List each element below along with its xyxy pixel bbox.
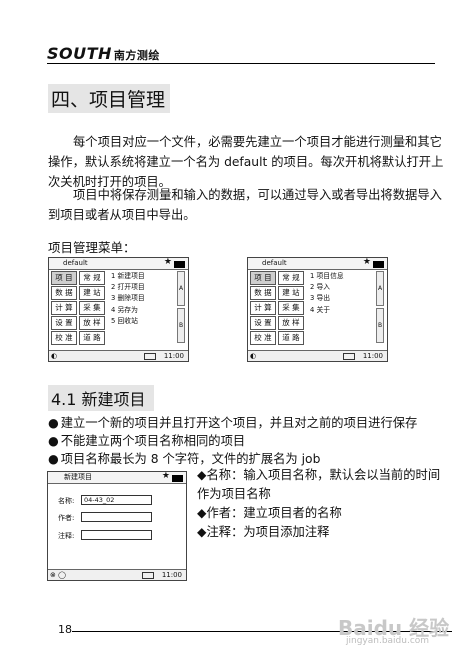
- import-paragraph: 项目中将保存测量和输入的数据，可以通过导入或者导出将数据导入到项目或者从项目中导…: [48, 185, 444, 225]
- submenu-import[interactable]: 2 导入: [310, 282, 344, 293]
- clock: 11:00: [163, 352, 184, 360]
- screen-title: default: [262, 259, 287, 267]
- battery-icon: [172, 475, 183, 482]
- name-label: 名称:: [58, 497, 75, 505]
- screen-title: 新建项目: [64, 473, 92, 481]
- menu-data[interactable]: 数 据: [250, 286, 276, 300]
- menu-project[interactable]: 项 目: [250, 271, 276, 285]
- submenu-new-project[interactable]: 1 新建项目: [111, 271, 145, 282]
- field-description: ◆注释：为项目添加注释: [197, 525, 330, 539]
- menu-calibrate[interactable]: 校 准: [51, 331, 77, 345]
- star-icon[interactable]: ★: [164, 257, 172, 268]
- submenu-delete-project[interactable]: 3 删除项目: [111, 293, 145, 304]
- scroll-a-button[interactable]: A: [376, 271, 384, 306]
- intro-paragraph: 每个项目对应一个文件，必需要先建立一个项目才能进行测量和其它操作，默认系统将建立…: [48, 132, 444, 192]
- keyboard-icon[interactable]: [142, 572, 154, 579]
- menu-stakeout[interactable]: 放 样: [79, 316, 105, 330]
- battery-icon: [174, 261, 185, 268]
- menu-station[interactable]: 建 站: [278, 286, 304, 300]
- menu-calc[interactable]: 计 算: [51, 301, 77, 315]
- new-project-screen: 新建项目 ★ 名称: 04-43_02 作者: 注释: ⊗ ◯ 11:00: [47, 471, 187, 581]
- submenu-project-info[interactable]: 1 项目信息: [310, 271, 344, 282]
- subsection-heading: 4.1 新建项目: [48, 385, 154, 411]
- project-submenu-screen: default ★ 项 目 数 据 计 算 设 置 校 准 常 规 建 站 采 …: [247, 257, 388, 362]
- menu-calc[interactable]: 计 算: [250, 301, 276, 315]
- submenu-open-project[interactable]: 2 打开项目: [111, 282, 145, 293]
- clock: 11:00: [362, 352, 383, 360]
- import-paragraph-text: 项目中将保存测量和输入的数据，可以通过导入或者导出将数据导入到项目或者从项目中导…: [48, 188, 442, 222]
- brand-name-cn: 南方测绘: [113, 49, 160, 62]
- watermark-url: jingyan.baidu.com: [346, 636, 430, 646]
- submenu-about[interactable]: 4 关于: [310, 305, 344, 316]
- note-label: 注释:: [58, 532, 75, 540]
- clock: 11:00: [161, 571, 182, 579]
- menu-road[interactable]: 道 路: [79, 331, 105, 345]
- brand-logo: SOUTH 南方测绘: [47, 44, 160, 63]
- brand-name: SOUTH: [47, 44, 112, 63]
- menu-project[interactable]: 项 目: [51, 271, 77, 285]
- field-description-list: ◆名称：输入项目名称，默认会以当前的时间作为项目名称 ◆作者：建立项目者的名称 …: [197, 466, 447, 542]
- note-field[interactable]: [81, 530, 152, 540]
- screen-title-bar: default ★: [49, 257, 188, 270]
- battery-icon: [373, 261, 384, 268]
- submenu-export[interactable]: 3 导出: [310, 293, 344, 304]
- start-icon[interactable]: ◐: [51, 351, 57, 361]
- star-icon[interactable]: ★: [162, 471, 170, 482]
- menu-collect[interactable]: 采 集: [79, 301, 105, 315]
- scroll-b-button[interactable]: B: [376, 308, 384, 343]
- submenu-list: 1 新建项目 2 打开项目 3 删除项目 4 另存为 5 回收站: [111, 271, 145, 327]
- field-description: ◆名称：输入项目名称，默认会以当前的时间作为项目名称: [197, 468, 441, 501]
- scroll-a-button[interactable]: A: [177, 271, 185, 306]
- status-bar: ◐ 11:00: [49, 350, 188, 361]
- field-description: ◆作者：建立项目者的名称: [197, 506, 342, 520]
- bullet-item: ● 建立一个新的项目并且打开这个项目，并且对之前的项目进行保存: [48, 416, 418, 430]
- bullet-item: ● 不能建立两个项目名称相同的项目: [48, 434, 246, 448]
- name-field[interactable]: 04-43_02: [81, 495, 152, 505]
- menu-collect[interactable]: 采 集: [278, 301, 304, 315]
- menu-caption: 项目管理菜单：: [48, 240, 136, 255]
- screen-title-bar: 新建项目 ★: [48, 471, 186, 484]
- menu-calibrate[interactable]: 校 准: [250, 331, 276, 345]
- submenu-list: 1 项目信息 2 导入 3 导出 4 关于: [310, 271, 344, 316]
- header-rule: [47, 63, 435, 64]
- screen-title-bar: default ★: [248, 257, 387, 270]
- author-label: 作者:: [58, 514, 75, 522]
- intro-paragraph-text: 每个项目对应一个文件，必需要先建立一个项目才能进行测量和其它操作，默认系统将建立…: [48, 135, 444, 189]
- menu-stakeout[interactable]: 放 样: [278, 316, 304, 330]
- bullet-list: ● 建立一个新的项目并且打开这个项目，并且对之前的项目进行保存 ● 不能建立两个项目…: [48, 414, 417, 468]
- project-menu-screen: default ★ 项 目 数 据 计 算 设 置 校 准 常 规 建 站 采 …: [48, 257, 189, 362]
- menu-general[interactable]: 常 规: [79, 271, 105, 285]
- status-bar: ⊗ ◯ 11:00: [48, 569, 186, 580]
- menu-road[interactable]: 道 路: [278, 331, 304, 345]
- start-icon[interactable]: ◐: [250, 351, 256, 361]
- section-heading: 四、项目管理: [48, 84, 171, 113]
- menu-settings[interactable]: 设 置: [51, 316, 77, 330]
- star-icon[interactable]: ★: [363, 257, 371, 268]
- menu-station[interactable]: 建 站: [79, 286, 105, 300]
- menu-general[interactable]: 常 规: [278, 271, 304, 285]
- screen-title: default: [63, 259, 88, 267]
- author-field[interactable]: [81, 512, 152, 522]
- status-bar: ◐ 11:00: [248, 350, 387, 361]
- close-icon[interactable]: ⊗ ◯: [50, 570, 66, 580]
- menu-data[interactable]: 数 据: [51, 286, 77, 300]
- submenu-recycle-bin[interactable]: 5 回收站: [111, 316, 145, 327]
- keyboard-icon[interactable]: [144, 353, 156, 360]
- page-number: 18: [58, 623, 72, 636]
- submenu-save-as[interactable]: 4 另存为: [111, 305, 145, 316]
- menu-settings[interactable]: 设 置: [250, 316, 276, 330]
- scroll-b-button[interactable]: B: [177, 308, 185, 343]
- keyboard-icon[interactable]: [343, 353, 355, 360]
